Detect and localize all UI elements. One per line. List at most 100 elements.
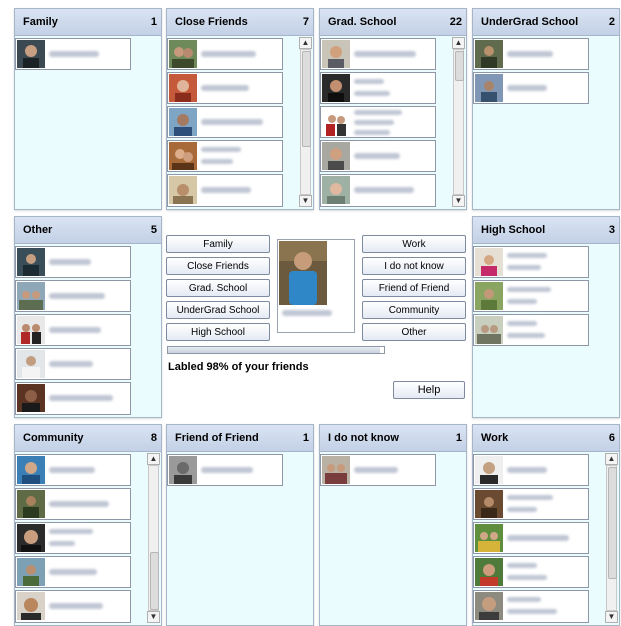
- scroll-up-icon[interactable]: ▲: [147, 453, 160, 465]
- friend-photo: [322, 176, 350, 204]
- group-header: Community 8: [15, 425, 161, 452]
- scroll-track[interactable]: [606, 465, 617, 611]
- friend-card[interactable]: [15, 246, 131, 278]
- scroll-thumb[interactable]: [150, 552, 159, 610]
- friend-photo: [169, 176, 197, 204]
- friend-card[interactable]: [320, 72, 436, 104]
- friend-card[interactable]: [15, 38, 131, 70]
- friend-photo: [17, 282, 45, 310]
- scroll-down-icon[interactable]: ▼: [452, 195, 465, 207]
- friend-name-redacted: [201, 159, 233, 164]
- scroll-track[interactable]: [300, 49, 311, 195]
- friend-photo: [17, 384, 45, 412]
- scroll-up-icon[interactable]: ▲: [452, 37, 465, 49]
- scrollbar[interactable]: ▲ ▼: [452, 37, 465, 207]
- friend-card[interactable]: [473, 522, 589, 554]
- friend-name-redacted: [507, 333, 545, 338]
- group-panel-family: Family 1: [14, 8, 162, 210]
- friend-photo: [17, 490, 45, 518]
- scroll-down-icon[interactable]: ▼: [147, 611, 160, 623]
- scroll-thumb[interactable]: [608, 467, 617, 579]
- friend-card[interactable]: [15, 382, 131, 415]
- friend-card[interactable]: [320, 106, 436, 138]
- assign-i-do-not-know-button[interactable]: I do not know: [362, 257, 466, 275]
- group-header: UnderGrad School 2: [473, 9, 619, 36]
- assign-grad-school-button[interactable]: Grad. School: [166, 279, 270, 297]
- labeling-controls: Family Close Friends Grad. School UnderG…: [160, 228, 472, 418]
- friend-card[interactable]: [15, 314, 131, 346]
- friend-card[interactable]: [473, 38, 589, 70]
- friend-name-redacted: [507, 85, 547, 91]
- friend-name-redacted: [507, 535, 569, 541]
- friend-card[interactable]: [320, 174, 436, 207]
- scroll-thumb[interactable]: [302, 51, 311, 147]
- friend-photo: [475, 456, 503, 484]
- assign-close-friends-button[interactable]: Close Friends: [166, 257, 270, 275]
- assign-undergrad-school-button[interactable]: UnderGrad School: [166, 301, 270, 319]
- scrollbar[interactable]: ▲ ▼: [147, 453, 160, 623]
- friend-photo: [322, 40, 350, 68]
- group-title: High School: [481, 224, 546, 236]
- scroll-thumb[interactable]: [455, 51, 464, 81]
- scroll-up-icon[interactable]: ▲: [299, 37, 312, 49]
- friend-card[interactable]: [167, 72, 283, 104]
- scrollbar[interactable]: ▲ ▼: [299, 37, 312, 207]
- friend-photo: [475, 524, 503, 552]
- friend-card[interactable]: [473, 590, 589, 623]
- scroll-track[interactable]: [148, 465, 159, 611]
- friend-name-redacted: [507, 507, 537, 512]
- friend-card[interactable]: [473, 314, 589, 346]
- friend-card[interactable]: [320, 140, 436, 172]
- friend-card[interactable]: [15, 590, 131, 623]
- friend-name-redacted: [507, 609, 557, 614]
- friend-name-redacted: [49, 569, 97, 575]
- assign-community-button[interactable]: Community: [362, 301, 466, 319]
- assign-friend-of-friend-button[interactable]: Friend of Friend: [362, 279, 466, 297]
- friend-card[interactable]: [473, 246, 589, 278]
- scroll-up-icon[interactable]: ▲: [605, 453, 618, 465]
- friend-card[interactable]: [15, 280, 131, 312]
- friend-card[interactable]: [320, 454, 436, 486]
- friend-card[interactable]: [15, 348, 131, 380]
- friend-card[interactable]: [15, 488, 131, 520]
- friend-card[interactable]: [473, 280, 589, 312]
- friend-card[interactable]: [167, 454, 283, 486]
- friend-card[interactable]: [167, 106, 283, 138]
- scroll-down-icon[interactable]: ▼: [299, 195, 312, 207]
- assign-high-school-button[interactable]: High School: [166, 323, 270, 341]
- friend-card[interactable]: [473, 454, 589, 486]
- assign-work-button[interactable]: Work: [362, 235, 466, 253]
- friend-card[interactable]: [167, 174, 283, 207]
- friend-name-redacted: [49, 529, 93, 534]
- scroll-down-icon[interactable]: ▼: [605, 611, 618, 623]
- scroll-track[interactable]: [453, 49, 464, 195]
- assign-other-button[interactable]: Other: [362, 323, 466, 341]
- friend-name-redacted: [49, 603, 103, 609]
- friend-name-redacted: [201, 147, 241, 152]
- group-panel-high-school: High School 3: [472, 216, 620, 418]
- friend-card[interactable]: [15, 556, 131, 588]
- friend-name-redacted: [507, 575, 547, 580]
- help-button[interactable]: Help: [393, 381, 465, 399]
- friend-name-redacted: [201, 51, 256, 57]
- friend-card[interactable]: [473, 72, 589, 104]
- group-panel-grad-school: Grad. School 22 ▲ ▼: [319, 8, 467, 210]
- group-title: Close Friends: [175, 16, 248, 28]
- assign-family-button[interactable]: Family: [166, 235, 270, 253]
- friend-card[interactable]: [473, 556, 589, 588]
- friend-card[interactable]: [167, 38, 283, 70]
- friend-name-redacted: [354, 467, 398, 473]
- friend-card[interactable]: [473, 488, 589, 520]
- friend-card[interactable]: [15, 454, 131, 486]
- friend-name-redacted: [354, 130, 390, 135]
- friend-card[interactable]: [320, 38, 436, 70]
- scrollbar[interactable]: ▲ ▼: [605, 453, 618, 623]
- friend-card[interactable]: [167, 140, 283, 172]
- group-panel-close-friends: Close Friends 7 ▲ ▼: [166, 8, 314, 210]
- friend-name-redacted: [201, 119, 263, 125]
- friend-name-redacted: [201, 85, 249, 91]
- friend-name-redacted: [507, 51, 553, 57]
- group-header: High School 3: [473, 217, 619, 244]
- group-header: Other 5: [15, 217, 161, 244]
- friend-card[interactable]: [15, 522, 131, 554]
